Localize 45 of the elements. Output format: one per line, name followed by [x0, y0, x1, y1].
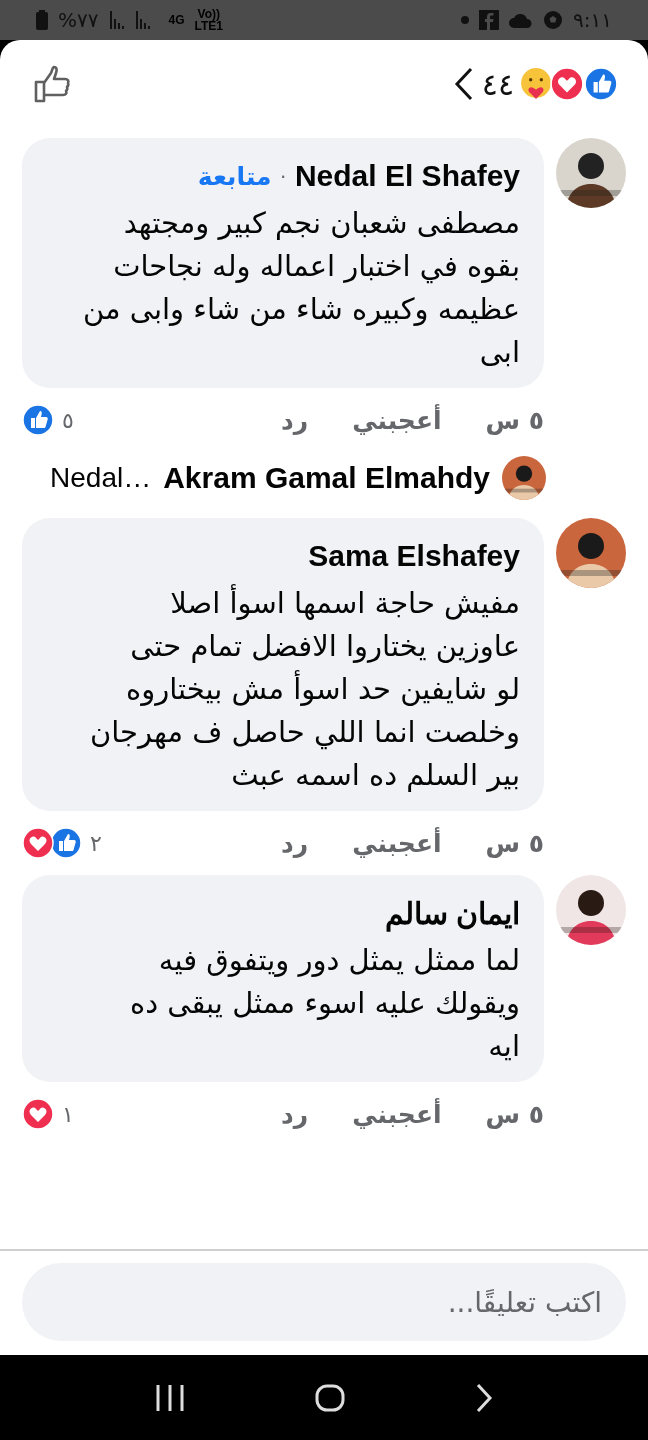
comment-time: ٥ س	[485, 1099, 544, 1129]
battery-icon	[36, 10, 48, 30]
reply-button[interactable]: رد	[280, 405, 309, 435]
reply-button[interactable]: رد	[280, 828, 309, 858]
heart-reaction-icon	[550, 67, 584, 101]
facebook-icon	[479, 10, 500, 30]
like-button[interactable]: أعجبني	[352, 828, 442, 858]
like-button[interactable]: أعجبني	[352, 1099, 442, 1129]
soccer-ball-icon	[543, 10, 564, 30]
comment-author[interactable]: ايمان سالم	[384, 895, 520, 931]
carrier-label: Vo)) LTE1	[194, 8, 223, 32]
notification-dot-icon	[461, 16, 470, 24]
reaction-total[interactable]: ٤٤	[481, 66, 514, 102]
clock: ٩:١١	[573, 8, 612, 32]
hug-reaction-icon	[519, 67, 553, 101]
comment-author[interactable]: Nedal El Shafey	[294, 159, 520, 193]
reaction-count: ١	[62, 1101, 74, 1127]
chevron-left-icon[interactable]	[453, 67, 474, 101]
back-icon[interactable]	[475, 1382, 493, 1413]
heart-reaction-icon	[22, 827, 54, 859]
like-button[interactable]: أعجبني	[352, 405, 442, 435]
home-icon[interactable]	[315, 1383, 345, 1412]
reaction-count: ٢	[90, 830, 102, 856]
comment-text: مصطفى شعبان نجم كبير ومجتهد بقوه في اختبار اعماله وله نجاحات عظيمه وكبيره شاء من شاء وابى من ابى	[81, 205, 520, 371]
separator-dot: ·	[279, 163, 287, 189]
battery-level: %٧٧	[58, 8, 99, 32]
follow-link[interactable]: متابعة	[197, 161, 272, 191]
like-reaction-icon	[584, 67, 618, 101]
reply-snippet[interactable]: Nedal…	[50, 462, 152, 494]
reaction-count: ٥	[62, 407, 74, 433]
comment-text: مفيش حاجة اسمها اسوأ اصلا عاوزين يختاروا الافضل تمام حتى لو شايفين حد اسوأ مش بيختاروه وخلصت انما اللي حاصل ف مهرجان بير السلم ده اسمه عبث	[89, 583, 520, 794]
comment-text: لما ممثل يمثل دور ويتفوق فيه ويقولك عليه اسوء ممثل يبقى ده ايه	[128, 942, 520, 1065]
comment-input[interactable]: اكتب تعليقًا...	[22, 1263, 626, 1341]
reply-button[interactable]: رد	[280, 1099, 309, 1129]
thumbs-up-icon[interactable]	[34, 65, 72, 103]
comment-author[interactable]: Sama Elshafey	[308, 539, 520, 573]
heart-reaction-icon	[22, 1098, 54, 1130]
network-type: 4G	[168, 14, 185, 26]
like-reaction-icon	[22, 404, 54, 436]
comment-time: ٥ س	[485, 405, 544, 435]
cloud-icon	[509, 12, 534, 28]
comment-time: ٥ س	[485, 828, 544, 858]
like-reaction-icon	[50, 827, 82, 859]
recent-apps-icon[interactable]	[155, 1384, 185, 1411]
reply-author[interactable]: Akram Gamal Elmahdy	[163, 461, 490, 495]
